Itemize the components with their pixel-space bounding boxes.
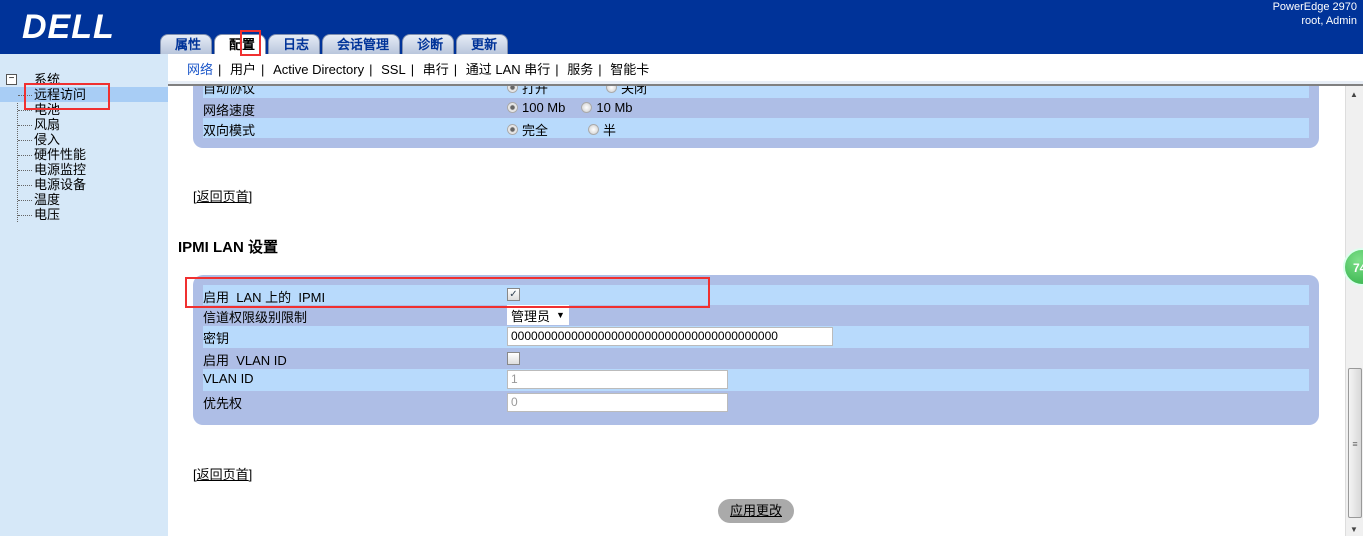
tab-session-management[interactable]: 会话管理 (322, 34, 401, 54)
enable-vlan-row: 启用 VLAN ID (203, 348, 1309, 369)
speed-10-radio[interactable] (581, 102, 593, 113)
collapse-icon[interactable]: − (6, 74, 17, 85)
encryption-key-input[interactable]: 0000000000000000000000000000000000000000 (507, 327, 833, 346)
subnav-ssl[interactable]: SSL (381, 62, 406, 77)
tree-item-power-monitoring[interactable]: 电源监控 (6, 162, 168, 177)
system-info: PowerEdge 2970 root, Admin (1273, 0, 1357, 28)
enable-vlan-checkbox[interactable] (507, 352, 520, 365)
current-user: root, Admin (1301, 15, 1357, 27)
tab-properties[interactable]: 属性 (160, 34, 213, 54)
main-tabs: 属性 配置 日志 会话管理 诊断 更新 (160, 34, 509, 54)
tree-item-power-supplies[interactable]: 电源设备 (6, 177, 168, 192)
vertical-scrollbar[interactable]: ▲ ≡ ▼ (1345, 86, 1363, 536)
auto-negotiation-off-radio[interactable] (606, 86, 618, 93)
back-to-top-link-1[interactable]: [返回页首] (193, 186, 252, 205)
scrollbar-thumb[interactable]: ≡ (1348, 368, 1362, 518)
duplex-half-radio[interactable] (588, 124, 599, 135)
privilege-level-select[interactable]: 管理员 ▼ (507, 305, 569, 325)
priority-input[interactable]: 0 (507, 393, 728, 412)
sub-navigation: 网络 | 用户 | Active Directory | SSL | 串行 | 通过 LA… (168, 54, 1363, 84)
subnav-network[interactable]: 网络 (187, 62, 213, 77)
tree-item-intrusion[interactable]: 侵入 (6, 132, 168, 147)
tree-item-voltages[interactable]: 电压 (6, 207, 168, 222)
scroll-down-icon[interactable]: ▼ (1350, 525, 1358, 534)
priority-row: 优先权 0 (203, 391, 1309, 413)
subnav-serial[interactable]: 串行 (423, 62, 449, 77)
subnav-serial-over-lan[interactable]: 通过 LAN 串行 (466, 62, 551, 77)
dell-logo: DELL (22, 8, 115, 46)
scroll-up-icon[interactable]: ▲ (1350, 90, 1358, 99)
tab-diagnostics[interactable]: 诊断 (402, 34, 455, 54)
duplex-mode-row: 双向模式 完全半 (203, 118, 1309, 138)
duplex-full-radio[interactable] (507, 124, 518, 135)
back-to-top-link-2[interactable]: [返回页首] (193, 464, 252, 483)
subnav-smart-card[interactable]: 智能卡 (610, 62, 649, 77)
speed-100-radio[interactable] (507, 102, 518, 113)
nic-settings-panel: 自动协议 打开 关闭 网络速度 100 Mb 10 Mb 双向模式 完全半 (193, 86, 1319, 148)
tree-item-hardware-performance[interactable]: 硬件性能 (6, 147, 168, 162)
subnav-services[interactable]: 服务 (567, 62, 593, 77)
channel-privilege-row: 信道权限级别限制 管理员 ▼ (203, 305, 1309, 326)
tree-item-fans[interactable]: 风扇 (6, 117, 168, 132)
auto-negotiation-row: 自动协议 打开 关闭 (203, 86, 1309, 98)
sidebar: − 系统 远程访问 电池 风扇 侵入 硬件性能 电源监控 电源设备 温度 电压 (0, 54, 168, 536)
tab-logs[interactable]: 日志 (268, 34, 321, 54)
apply-changes-button[interactable]: 应用更改 (718, 499, 794, 523)
subnav-users[interactable]: 用户 (230, 62, 256, 77)
tab-update[interactable]: 更新 (456, 34, 509, 54)
ipmi-lan-heading: IPMI LAN 设置 (178, 239, 278, 256)
network-speed-row: 网络速度 100 Mb 10 Mb (203, 100, 633, 118)
tree-item-temperatures[interactable]: 温度 (6, 192, 168, 207)
vlan-id-input[interactable]: 1 (507, 370, 728, 389)
auto-negotiation-on-radio[interactable] (507, 86, 518, 93)
highlight-remote-access (24, 83, 110, 110)
header: DELL PowerEdge 2970 root, Admin 属性 配置 日志… (0, 0, 1363, 54)
vlan-id-row: VLAN ID 1 (203, 369, 1309, 391)
highlight-enable-ipmi (185, 277, 710, 308)
server-model: PowerEdge 2970 (1272, 1, 1357, 13)
encryption-key-row: 密钥 0000000000000000000000000000000000000… (203, 326, 1309, 348)
dropdown-arrow-icon: ▼ (556, 310, 565, 320)
subnav-active-directory[interactable]: Active Directory (273, 62, 364, 77)
highlight-config-tab (240, 30, 261, 56)
